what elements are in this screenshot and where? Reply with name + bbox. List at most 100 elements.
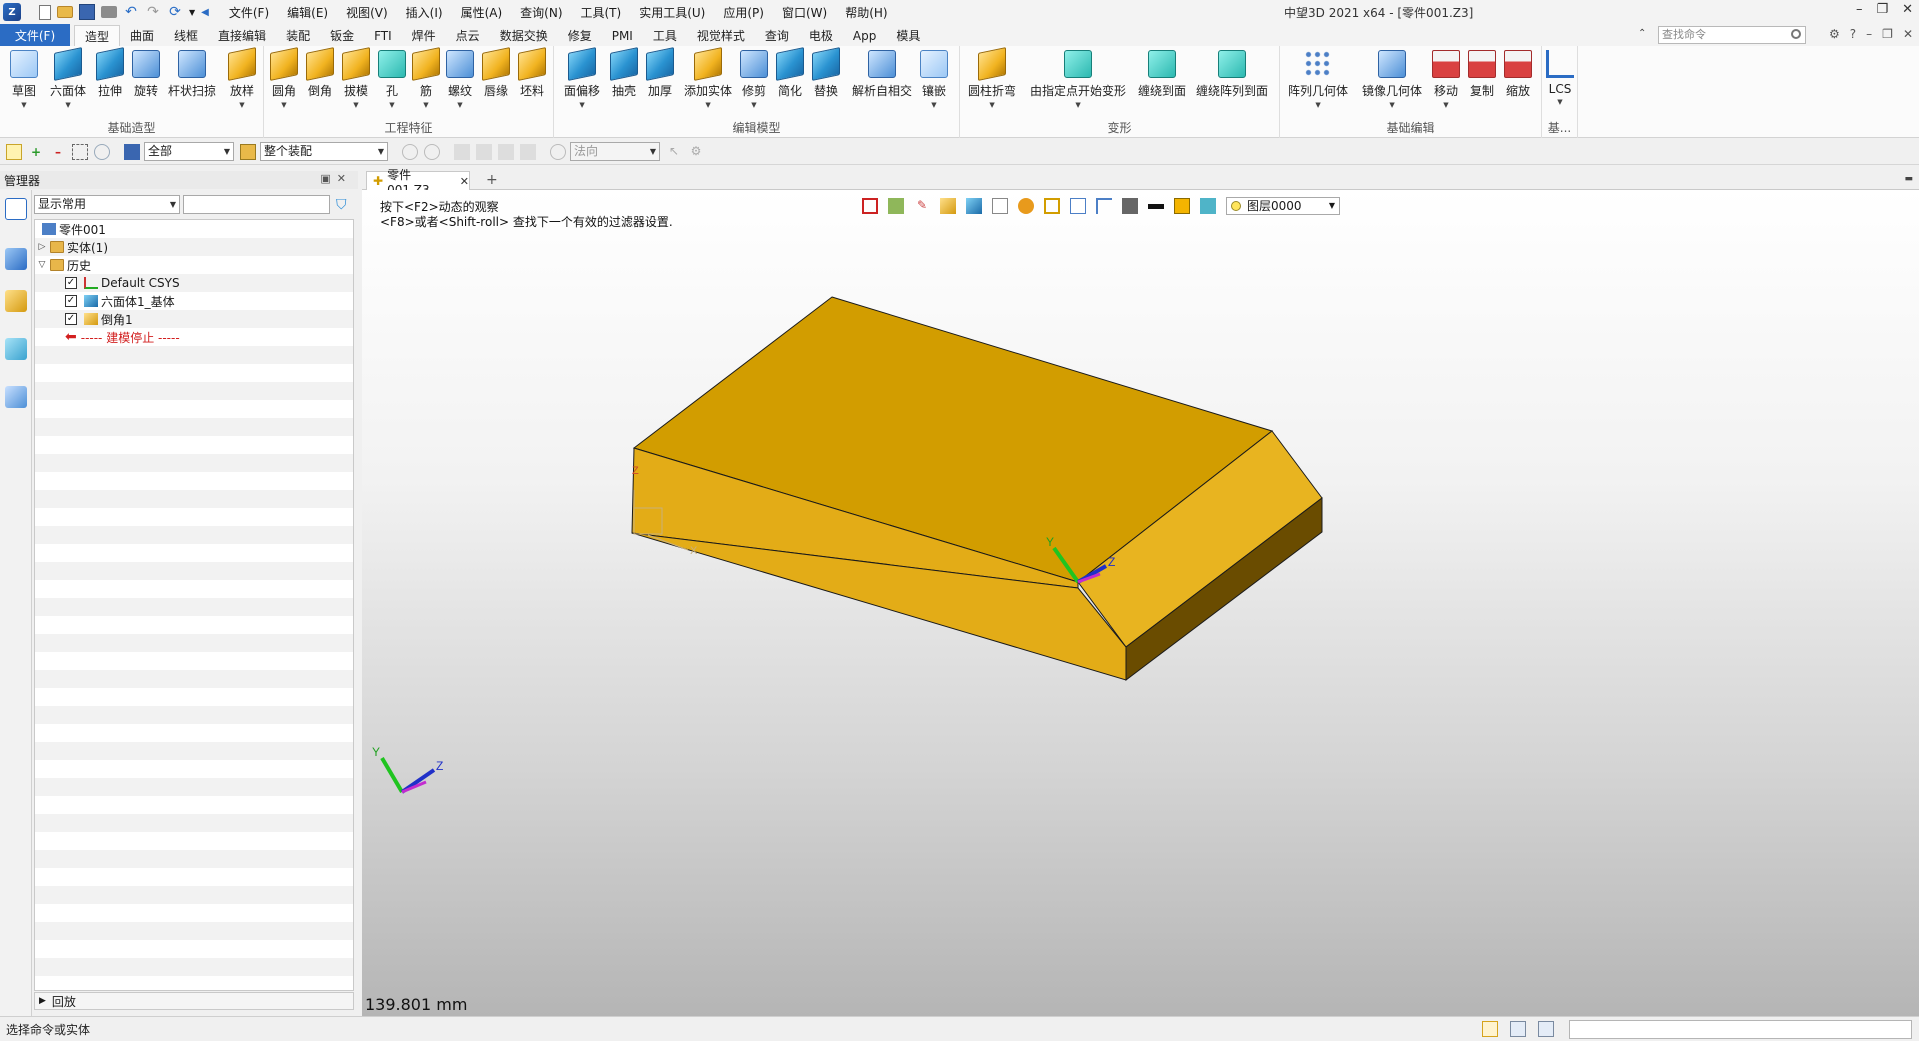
menu-help[interactable]: 帮助(H)	[845, 4, 887, 21]
back-arrow-icon[interactable]: ◀	[201, 7, 209, 18]
face-offset-button[interactable]: 面偏移 ▼	[564, 47, 600, 109]
tab-repair[interactable]: 修复	[558, 25, 602, 46]
trim-button[interactable]: 修剪 ▼	[740, 50, 768, 109]
wrap-to-face-button[interactable]: 缠绕到面	[1138, 50, 1186, 99]
shell-button[interactable]: 抽壳	[610, 47, 638, 99]
tab-pmi[interactable]: PMI	[602, 25, 643, 46]
menu-edit[interactable]: 编辑(E)	[287, 4, 328, 21]
tab-visual-style[interactable]: 视觉样式	[687, 25, 755, 46]
pattern-geometry-button[interactable]: 阵列几何体 ▼	[1288, 50, 1348, 109]
assembly-scope-icon[interactable]	[240, 143, 256, 160]
loft-button[interactable]: 放样 ▼	[228, 47, 256, 109]
stock-button[interactable]: 坯料	[518, 47, 546, 99]
revolve-button[interactable]: 旋转	[132, 50, 160, 99]
tab-sheet-metal[interactable]: 钣金	[320, 25, 364, 46]
settings-gear-icon[interactable]: ⚙	[1829, 27, 1840, 41]
document-tab[interactable]: ✚ 零件001.Z3 ✕	[366, 168, 470, 197]
tab-data-exchange[interactable]: 数据交换	[490, 25, 558, 46]
rib-button[interactable]: 筋 ▼	[412, 47, 440, 109]
filter-combo[interactable]: 全部 ▼	[144, 142, 234, 161]
doc-minimize-icon[interactable]: –	[1866, 27, 1872, 41]
assembly-scope-combo[interactable]: 整个装配 ▼	[260, 142, 388, 161]
print-icon[interactable]	[101, 6, 117, 18]
tab-point-cloud[interactable]: 点云	[446, 25, 490, 46]
doc-restore-icon[interactable]: ❐	[1882, 27, 1893, 41]
menu-insert[interactable]: 插入(I)	[406, 4, 443, 21]
undo-icon[interactable]: ↶	[123, 4, 139, 20]
add-select-icon[interactable]: +	[28, 144, 44, 160]
add-tab-icon[interactable]: +	[486, 172, 498, 188]
mirror-geometry-button[interactable]: 镜像几何体 ▼	[1362, 50, 1422, 109]
filter-icon[interactable]	[124, 143, 140, 160]
lcs-button[interactable]: LCS ▼	[1546, 50, 1574, 106]
tab-electrode[interactable]: 电极	[799, 25, 843, 46]
expand-icon[interactable]: ▷	[37, 242, 47, 252]
help-icon[interactable]: ?	[1850, 27, 1856, 41]
view-tab-icon[interactable]	[5, 338, 27, 360]
cylinder-bend-button[interactable]: 圆柱折弯 ▼	[968, 47, 1016, 109]
menu-tools[interactable]: 工具(T)	[581, 4, 622, 21]
menu-query[interactable]: 查询(N)	[520, 4, 562, 21]
tab-direct-edit[interactable]: 直接编辑	[208, 25, 276, 46]
menu-attribute[interactable]: 属性(A)	[461, 4, 503, 21]
collapse-ribbon-icon[interactable]: ⌃	[1638, 28, 1646, 39]
visibility-checkbox[interactable]: ✓	[65, 313, 77, 325]
visibility-checkbox[interactable]: ✓	[65, 295, 77, 307]
modeling-stop-marker[interactable]: ⬅ ----- 建模停止 -----	[65, 328, 180, 346]
redo-icon[interactable]: ↷	[145, 4, 161, 20]
menu-apps[interactable]: 应用(P)	[723, 4, 764, 21]
tab-weldment[interactable]: 焊件	[402, 25, 446, 46]
scale-button[interactable]: 缩放	[1504, 50, 1532, 99]
user-tab-icon[interactable]	[5, 386, 27, 408]
save-icon[interactable]	[79, 4, 95, 20]
doc-close-icon[interactable]: ✕	[1903, 27, 1913, 41]
input-mode-icon[interactable]	[1482, 1021, 1498, 1037]
thicken-button[interactable]: 加厚	[646, 47, 674, 99]
tab-fti[interactable]: FTI	[364, 25, 402, 46]
3d-viewport[interactable]: 按下<F2>动态的观察 <F8>或者<Shift-roll> 查找下一个有效的过…	[362, 190, 1919, 1016]
screen-icon[interactable]	[1510, 1021, 1526, 1037]
app-logo-icon[interactable]: Z	[3, 3, 21, 21]
fillet-button[interactable]: 圆角 ▼	[270, 47, 298, 109]
menu-window[interactable]: 窗口(W)	[782, 4, 827, 21]
wrap-pattern-button[interactable]: 缠绕阵列到面	[1196, 50, 1268, 99]
close-icon[interactable]: ✕	[1902, 2, 1913, 17]
tree-history-item[interactable]: ▽ 历史	[37, 256, 91, 274]
tab-modeling[interactable]: 造型	[74, 25, 121, 46]
tab-app[interactable]: App	[843, 25, 886, 46]
simplify-button[interactable]: 简化	[776, 47, 804, 99]
tree-filter-icon[interactable]: ⛉	[336, 197, 347, 213]
add-solid-button[interactable]: 添加实体 ▼	[684, 47, 732, 109]
panel-icon[interactable]	[1538, 1021, 1554, 1037]
search-icon[interactable]	[1791, 29, 1801, 39]
tree-root-item[interactable]: 零件001	[39, 220, 106, 238]
history-tab-icon[interactable]	[5, 198, 27, 220]
tab-list-icon[interactable]: ▬	[1904, 174, 1913, 184]
part-geometry[interactable]: Z X Y Z Y Z	[362, 190, 1919, 1016]
deform-from-point-button[interactable]: 由指定点开始变形 ▼	[1030, 50, 1126, 109]
command-input-field[interactable]	[1569, 1020, 1912, 1039]
assembly-tab-icon[interactable]	[5, 248, 27, 270]
menu-utilities[interactable]: 实用工具(U)	[639, 4, 705, 21]
tree-search-input[interactable]	[183, 195, 330, 214]
extrude-button[interactable]: 拉伸	[96, 47, 124, 99]
tree-box-feature-item[interactable]: ✓ 六面体1_基体	[65, 292, 175, 310]
rod-sweep-button[interactable]: 杆状扫掠	[168, 50, 216, 99]
tab-wireframe[interactable]: 线框	[164, 25, 208, 46]
tree-solid-item[interactable]: ▷ 实体(1)	[37, 238, 108, 256]
box-select-icon[interactable]	[72, 143, 88, 160]
remove-select-icon[interactable]: –	[50, 144, 66, 160]
view-axis-indicator[interactable]	[380, 756, 436, 794]
resolve-self-intersect-button[interactable]: 解析自相交	[852, 50, 912, 99]
close-tab-icon[interactable]: ✕	[460, 175, 469, 188]
maximize-icon[interactable]: ❐	[1876, 2, 1888, 17]
parts-tab-icon[interactable]	[5, 290, 27, 312]
thread-button[interactable]: 螺纹 ▼	[446, 50, 474, 109]
tree-csys-item[interactable]: ✓ Default CSYS	[65, 274, 180, 292]
emboss-button[interactable]: 镶嵌 ▼	[920, 50, 948, 109]
copy-button[interactable]: 复制	[1468, 50, 1496, 99]
lip-button[interactable]: 唇缘	[482, 47, 510, 99]
menu-view[interactable]: 视图(V)	[346, 4, 388, 21]
tab-surface[interactable]: 曲面	[120, 25, 164, 46]
replace-button[interactable]: 替换	[812, 47, 840, 99]
